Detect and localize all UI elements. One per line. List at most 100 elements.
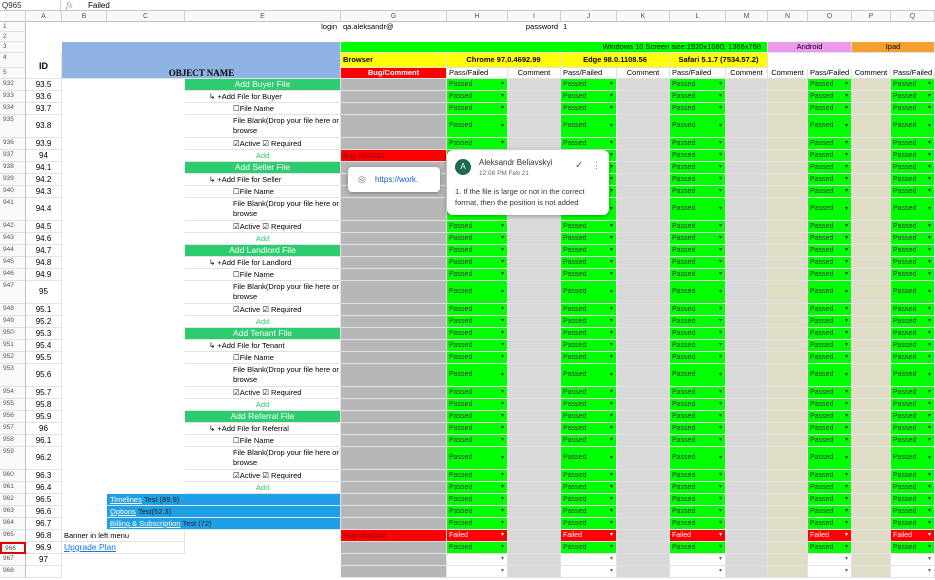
status-dropdown[interactable]: Passed	[808, 304, 852, 316]
status-dropdown[interactable]: Passed	[670, 281, 726, 304]
object-name-cell[interactable]: ☑Active ☑ Required	[185, 138, 341, 150]
status-dropdown[interactable]: Passed	[891, 233, 935, 245]
status-dropdown[interactable]: Passed	[561, 470, 617, 482]
comment-cell[interactable]	[617, 364, 670, 387]
ipad-comment-cell[interactable]	[852, 542, 891, 554]
status-dropdown[interactable]: Passed	[447, 281, 508, 304]
status-dropdown[interactable]: Passed	[561, 91, 617, 103]
link-preview-url[interactable]: https://work.	[375, 175, 418, 184]
comment-cell[interactable]	[617, 174, 670, 186]
column-header-p[interactable]: P	[852, 11, 891, 22]
status-dropdown[interactable]: Passed	[447, 316, 508, 328]
column-header-n[interactable]: N	[768, 11, 808, 22]
id-cell[interactable]: 94.8	[26, 257, 62, 269]
bug-comment-cell[interactable]	[341, 411, 447, 423]
comment-cell[interactable]	[508, 138, 561, 150]
add-link[interactable]: Add	[185, 399, 341, 411]
status-dropdown[interactable]: Passed	[891, 79, 935, 91]
status-dropdown[interactable]: Passed	[891, 150, 935, 162]
status-dropdown[interactable]: Passed	[808, 364, 852, 387]
comment-cell[interactable]	[726, 162, 768, 174]
comment-cell[interactable]	[508, 470, 561, 482]
row-header[interactable]: 933	[0, 91, 26, 103]
row-header[interactable]: 958	[0, 435, 26, 447]
row-header[interactable]: 4	[0, 53, 26, 68]
comment-cell[interactable]	[726, 316, 768, 328]
ipad-comment-cell[interactable]	[852, 138, 891, 150]
status-dropdown[interactable]: Failed	[670, 530, 726, 542]
comment-cell[interactable]	[617, 518, 670, 530]
comment-cell[interactable]	[508, 269, 561, 281]
status-dropdown[interactable]: Passed	[561, 245, 617, 257]
add-link[interactable]: Add	[185, 482, 341, 494]
status-dropdown[interactable]: Passed	[808, 79, 852, 91]
id-cell[interactable]: 95	[26, 281, 62, 304]
bug-comment-cell[interactable]	[341, 79, 447, 91]
object-name-cell[interactable]: File Blank(Drop your file here or browse	[185, 447, 341, 470]
status-dropdown[interactable]: Passed	[670, 542, 726, 554]
id-cell[interactable]: 96.6	[26, 506, 62, 518]
column-header-i[interactable]: I	[508, 11, 561, 22]
comment-cell[interactable]	[726, 411, 768, 423]
status-dropdown[interactable]: Passed	[670, 91, 726, 103]
comment-cell[interactable]	[617, 387, 670, 399]
status-dropdown[interactable]: Passed	[447, 328, 508, 340]
comment-cell[interactable]	[508, 399, 561, 411]
status-dropdown[interactable]: Passed	[808, 162, 852, 174]
comment-cell[interactable]	[508, 245, 561, 257]
bug-comment-cell[interactable]	[341, 364, 447, 387]
status-dropdown[interactable]: Passed	[891, 482, 935, 494]
id-cell[interactable]: 93.7	[26, 103, 62, 115]
status-dropdown[interactable]	[670, 554, 726, 566]
status-dropdown[interactable]: Passed	[670, 482, 726, 494]
status-dropdown[interactable]: Passed	[447, 470, 508, 482]
status-dropdown[interactable]: Passed	[808, 174, 852, 186]
status-dropdown[interactable]: Passed	[561, 494, 617, 506]
android-comment-cell[interactable]	[768, 542, 808, 554]
status-dropdown[interactable]: Passed	[670, 174, 726, 186]
status-dropdown[interactable]: Passed	[447, 233, 508, 245]
menu-link[interactable]: Timelines	[110, 495, 142, 504]
row-header[interactable]: 965	[0, 530, 26, 542]
android-comment-cell[interactable]	[768, 482, 808, 494]
link-cell[interactable]: Billing & Subscription Test (72)	[107, 518, 341, 530]
bug-comment-cell[interactable]	[341, 554, 447, 566]
android-comment-cell[interactable]	[768, 423, 808, 435]
status-dropdown[interactable]: Passed	[808, 221, 852, 233]
android-comment-cell[interactable]	[768, 79, 808, 91]
bug-comment-cell[interactable]	[341, 518, 447, 530]
row-header[interactable]: 949	[0, 316, 26, 328]
row-header[interactable]: 961	[0, 482, 26, 494]
column-header-e[interactable]: E	[185, 11, 341, 22]
comment-cell[interactable]	[726, 364, 768, 387]
comment-cell[interactable]	[617, 554, 670, 566]
status-dropdown[interactable]: Passed	[808, 411, 852, 423]
status-dropdown[interactable]: Passed	[891, 364, 935, 387]
object-name-cell[interactable]: ☑Active ☑ Required	[185, 387, 341, 399]
status-dropdown[interactable]: Passed	[808, 245, 852, 257]
add-link[interactable]: Add	[185, 233, 341, 245]
add-link[interactable]: Add	[185, 316, 341, 328]
id-cell[interactable]: 96.9	[26, 542, 62, 554]
row-header[interactable]: 941	[0, 198, 26, 221]
android-comment-cell[interactable]	[768, 316, 808, 328]
comment-cell[interactable]	[726, 150, 768, 162]
android-comment-cell[interactable]	[768, 103, 808, 115]
status-dropdown[interactable]: Passed	[808, 447, 852, 470]
object-name-cell[interactable]: ☐File Name	[185, 352, 341, 364]
status-dropdown[interactable]: Passed	[447, 364, 508, 387]
status-dropdown[interactable]: Passed	[891, 221, 935, 233]
android-comment-cell[interactable]	[768, 174, 808, 186]
status-dropdown[interactable]: Passed	[447, 447, 508, 470]
link-cell[interactable]: Options Test(52.3)	[107, 506, 341, 518]
status-dropdown[interactable]: Passed	[561, 269, 617, 281]
row-header[interactable]: 950	[0, 328, 26, 340]
comment-cell[interactable]	[617, 340, 670, 352]
status-dropdown[interactable]: Failed	[447, 530, 508, 542]
status-dropdown[interactable]: Passed	[670, 221, 726, 233]
status-dropdown[interactable]	[447, 554, 508, 566]
status-dropdown[interactable]: Passed	[561, 138, 617, 150]
status-dropdown[interactable]: Passed	[447, 542, 508, 554]
status-dropdown[interactable]: Passed	[447, 435, 508, 447]
comment-cell[interactable]	[508, 79, 561, 91]
